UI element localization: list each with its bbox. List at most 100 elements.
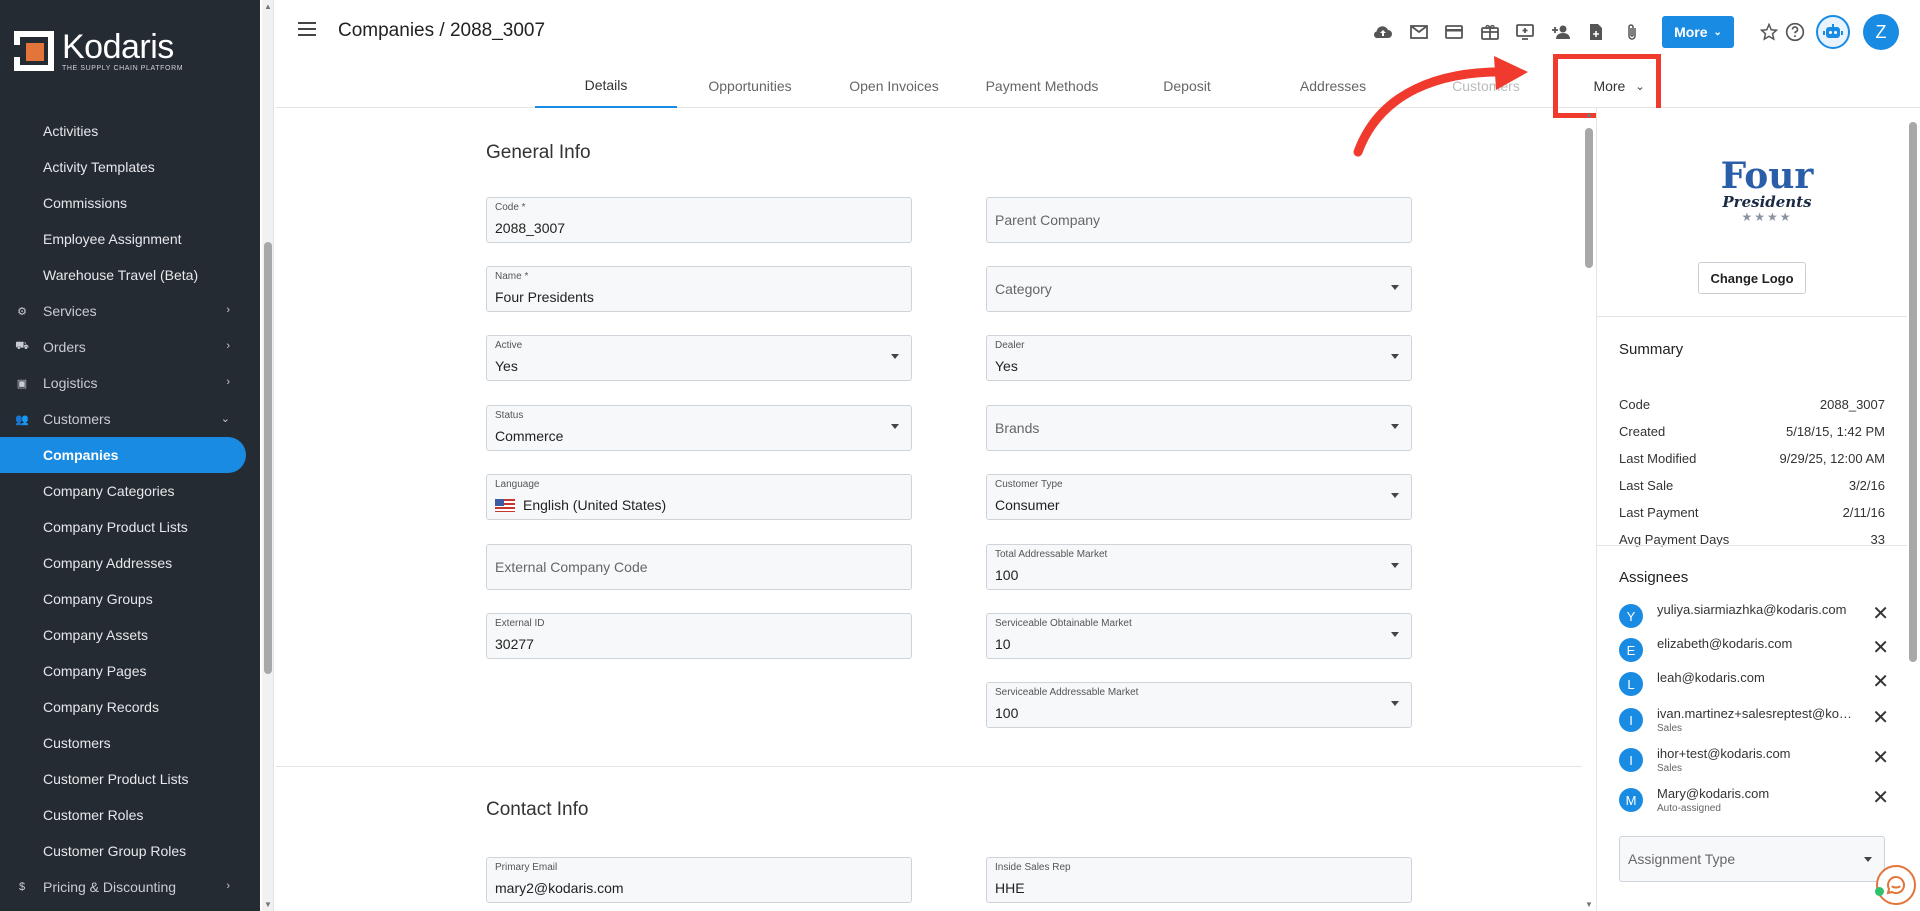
sidebar-item-company-groups[interactable]: Company Groups xyxy=(0,581,246,617)
status-select[interactable]: Status Commerce xyxy=(486,405,912,451)
scroll-up-icon[interactable]: ▲ xyxy=(1585,110,1593,119)
sidebar-item-orders[interactable]: ⛟ Orders › xyxy=(0,329,246,365)
sidebar-item-company-categories[interactable]: Company Categories xyxy=(0,473,246,509)
sidebar-item-services[interactable]: ⚙ Services › xyxy=(0,293,246,329)
assignment-type-select[interactable]: Assignment Type xyxy=(1619,836,1885,882)
new-document-icon[interactable] xyxy=(1583,19,1609,45)
scroll-down-icon[interactable]: ▼ xyxy=(264,900,272,909)
tab-opportunities[interactable]: Opportunities xyxy=(677,64,823,108)
remove-assignee-close-icon[interactable]: ✕ xyxy=(1872,748,1889,768)
hamburger-menu-icon[interactable] xyxy=(298,22,316,36)
category-select[interactable]: Category xyxy=(986,266,1412,312)
sidebar-item-company-assets[interactable]: Company Assets xyxy=(0,617,246,653)
sidebar-item-companies[interactable]: Companies xyxy=(0,437,246,473)
scroll-down-icon[interactable]: ▼ xyxy=(1585,900,1593,909)
status-value: Commerce xyxy=(495,428,564,444)
sidebar-item-activities[interactable]: Activities xyxy=(0,113,246,149)
more-actions-button[interactable]: More ⌄ xyxy=(1662,16,1734,48)
name-value: Four Presidents xyxy=(495,289,594,305)
sidebar-scroll-thumb[interactable] xyxy=(264,242,272,674)
sidebar-item-activity-templates[interactable]: Activity Templates xyxy=(0,149,246,185)
content-scrollbar[interactable]: ▲ ▼ xyxy=(1582,108,1596,911)
assignee-avatar: M xyxy=(1619,788,1643,812)
assignee-avatar: L xyxy=(1619,672,1643,696)
assignee-row: Iivan.martinez+salesreptest@kodaris.com S… xyxy=(1619,704,1889,738)
attachment-icon[interactable] xyxy=(1619,19,1645,45)
assignee-row: Lleah@kodaris.com ✕ xyxy=(1619,668,1889,702)
remove-assignee-close-icon[interactable]: ✕ xyxy=(1872,788,1889,808)
customer-type-select[interactable]: Customer Type Consumer xyxy=(986,474,1412,520)
sidebar-item-company-records[interactable]: Company Records xyxy=(0,689,246,725)
sidebar-item-company-product-lists[interactable]: Company Product Lists xyxy=(0,509,246,545)
cloud-upload-icon[interactable] xyxy=(1370,19,1396,45)
primary-email-field[interactable]: Primary Email mary2@kodaris.com xyxy=(486,857,912,903)
brands-select[interactable]: Brands xyxy=(986,405,1412,451)
external-id-field[interactable]: External ID 30277 xyxy=(486,613,912,659)
section-divider xyxy=(276,766,1582,767)
dealer-select[interactable]: Dealer Yes xyxy=(986,335,1412,381)
add-person-icon[interactable] xyxy=(1548,19,1574,45)
breadcrumb: Companies / 2088_3007 xyxy=(338,20,546,41)
tab-deposit[interactable]: Deposit xyxy=(1119,64,1255,108)
external-company-code-field[interactable]: External Company Code xyxy=(486,544,912,590)
tab-details[interactable]: Details xyxy=(535,64,677,108)
language-field[interactable]: Language English (United States) xyxy=(486,474,912,520)
sidebar-item-logistics[interactable]: ▣ Logistics › xyxy=(0,365,246,401)
sidebar-item-company-pages[interactable]: Company Pages xyxy=(0,653,246,689)
tab-open-invoices[interactable]: Open Invoices xyxy=(823,64,965,108)
remove-assignee-close-icon[interactable]: ✕ xyxy=(1872,638,1889,658)
remove-assignee-close-icon[interactable]: ✕ xyxy=(1872,604,1889,624)
sidebar-item-employee-assignment[interactable]: Employee Assignment xyxy=(0,221,246,257)
sidebar-item-company-addresses[interactable]: Company Addresses xyxy=(0,545,246,581)
inside-sales-rep-field[interactable]: Inside Sales Rep HHE xyxy=(986,857,1412,903)
mail-icon[interactable] xyxy=(1406,19,1432,45)
panel-scroll-thumb[interactable] xyxy=(1909,122,1917,662)
sidebar-item-pricing-discounting[interactable]: $ Pricing & Discounting › xyxy=(0,869,246,905)
sidebar-item-customer-product-lists[interactable]: Customer Product Lists xyxy=(0,761,246,797)
change-logo-button[interactable]: Change Logo xyxy=(1698,262,1806,294)
chevron-right-icon: › xyxy=(226,880,230,892)
ai-assistant-icon[interactable] xyxy=(1816,15,1850,49)
tab-payment-methods[interactable]: Payment Methods xyxy=(965,64,1119,108)
delivery-icon: ▣ xyxy=(16,377,28,390)
gift-card-icon[interactable] xyxy=(1477,19,1503,45)
remove-assignee-close-icon[interactable]: ✕ xyxy=(1872,672,1889,692)
name-field[interactable]: Name * Four Presidents xyxy=(486,266,912,312)
sidebar-item-customer-roles[interactable]: Customer Roles xyxy=(0,797,246,833)
active-select[interactable]: Active Yes xyxy=(486,335,912,381)
sidebar-item-label: Activity Templates xyxy=(43,159,155,175)
user-avatar[interactable]: Z xyxy=(1863,14,1899,50)
code-field[interactable]: Code * 2088_3007 xyxy=(486,197,912,243)
content-scroll-thumb[interactable] xyxy=(1585,128,1593,268)
sidebar-item-customers[interactable]: Customers xyxy=(0,725,246,761)
credit-card-icon[interactable] xyxy=(1441,19,1467,45)
add-to-screen-icon[interactable] xyxy=(1512,19,1538,45)
sam-select[interactable]: Serviceable Addressable Market 100 xyxy=(986,682,1412,728)
external-id-value: 30277 xyxy=(495,636,534,652)
sidebar-item-customers[interactable]: 👥 Customers ⌄ xyxy=(0,401,246,437)
inside-sales-rep-label: Inside Sales Rep xyxy=(995,862,1071,873)
tam-select[interactable]: Total Addressable Market 100 xyxy=(986,544,1412,590)
truck-icon: ⛟ xyxy=(15,340,29,352)
parent-company-field[interactable]: Parent Company xyxy=(986,197,1412,243)
remove-assignee-close-icon[interactable]: ✕ xyxy=(1872,708,1889,728)
sidebar-item-commissions[interactable]: Commissions xyxy=(0,185,246,221)
som-select[interactable]: Serviceable Obtainable Market 10 xyxy=(986,613,1412,659)
sidebar-item-customer-group-roles[interactable]: Customer Group Roles xyxy=(0,833,246,869)
star-icon[interactable] xyxy=(1756,19,1782,45)
chat-support-icon[interactable] xyxy=(1876,865,1916,905)
customer-type-label: Customer Type xyxy=(995,479,1063,490)
scroll-up-icon[interactable]: ▲ xyxy=(264,2,272,11)
sidebar-item-warehouse-travel-beta[interactable]: Warehouse Travel (Beta) xyxy=(0,257,246,293)
summary-title: Summary xyxy=(1619,341,1684,358)
summary-value: 2/11/16 xyxy=(1842,505,1885,520)
panel-scrollbar[interactable] xyxy=(1906,108,1920,911)
kodaris-logo[interactable]: Kodaris THE SUPPLY CHAIN PLATFORM xyxy=(14,30,183,72)
gears-icon: ⚙ xyxy=(17,305,27,318)
sidebar-item-label: Activities xyxy=(43,123,99,139)
online-status-dot xyxy=(1875,887,1884,896)
dropdown-arrow-icon xyxy=(1864,857,1872,862)
help-icon[interactable] xyxy=(1782,19,1808,45)
sidebar-scrollbar[interactable]: ▲ ▼ xyxy=(262,0,274,911)
panel-divider xyxy=(1597,545,1907,546)
